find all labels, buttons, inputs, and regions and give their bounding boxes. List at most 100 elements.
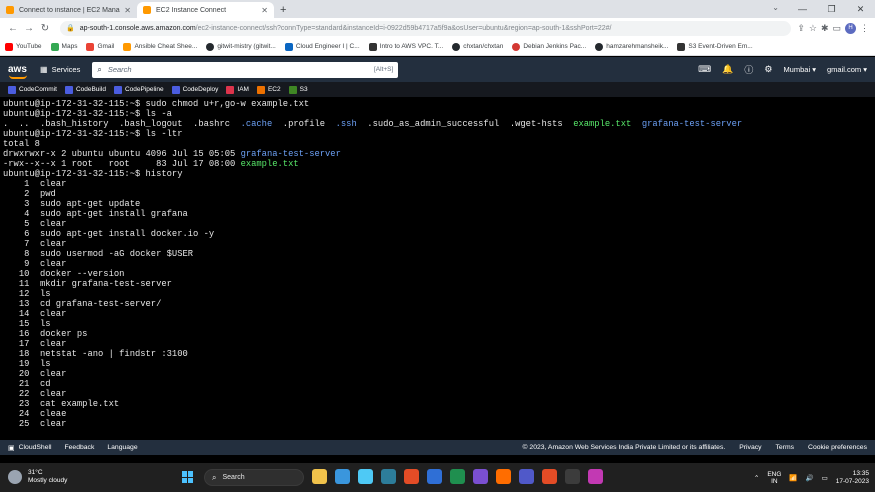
profile-avatar[interactable]: H	[845, 22, 856, 34]
taskbar-app-icon[interactable]	[519, 469, 534, 484]
bookmark-jenkins[interactable]: Debian Jenkins Pac...	[512, 42, 586, 51]
windows-start-icon[interactable]	[182, 471, 194, 483]
maximize-icon[interactable]: ❐	[817, 0, 846, 18]
new-tab-plus-icon[interactable]: +	[280, 2, 286, 18]
gear-icon[interactable]: ⚙	[764, 64, 772, 75]
bell-icon[interactable]: 🔔	[722, 64, 733, 75]
taskbar-app-icon[interactable]	[335, 469, 350, 484]
language-link[interactable]: Language	[107, 444, 137, 451]
taskbar-app-icon[interactable]	[381, 469, 396, 484]
weather-condition: Mostly cloudy	[28, 477, 68, 484]
bookmark-youtube[interactable]: YouTube	[5, 42, 42, 51]
privacy-link[interactable]: Privacy	[739, 444, 761, 451]
chevron-up-icon[interactable]: ⌃	[754, 474, 759, 482]
favorite-codepipeline[interactable]: CodePipeline	[113, 85, 164, 94]
browser-tab-ec2-management[interactable]: Connect to instance | EC2 Manag ✕	[0, 2, 137, 18]
forward-arrow-icon[interactable]: →	[22, 23, 36, 34]
bookmark-hamzarehman[interactable]: hamzarehmansheik...	[595, 42, 668, 51]
favorite-codedeploy[interactable]: CodeDeploy	[171, 85, 218, 94]
bookmark-gitwit[interactable]: gitwit-mistry (gitwit...	[206, 42, 276, 51]
grid-icon: ▦	[40, 65, 48, 74]
aws-favicon-icon	[143, 6, 151, 14]
close-window-icon[interactable]: ✕	[846, 0, 875, 18]
favorite-codecommit[interactable]: CodeCommit	[8, 85, 57, 94]
taskbar-app-icon[interactable]	[565, 469, 580, 484]
taskbar-search[interactable]: ⌕ Search	[204, 469, 304, 486]
favorite-ec2[interactable]: EC2	[256, 85, 281, 94]
taskbar-app-icon[interactable]	[312, 469, 327, 484]
address-bar[interactable]: 🔒 ap-south-1.console.aws.amazon.com /ec2…	[60, 20, 792, 36]
bookmark-s3-event[interactable]: S3 Event-Driven Em...	[677, 42, 753, 51]
cloudshell-link[interactable]: ▣ CloudShell	[8, 444, 52, 452]
bookmark-chxtan[interactable]: chxtan/chxtan	[452, 42, 503, 51]
taskbar-app-icon[interactable]	[588, 469, 603, 484]
wifi-icon[interactable]: 📶	[789, 474, 797, 482]
sidebar-icon[interactable]: ▭	[832, 23, 841, 34]
region-selector[interactable]: Mumbai ▾	[783, 65, 816, 74]
chevron-down-icon[interactable]: ⌄	[772, 3, 779, 12]
favorite-codebuild[interactable]: CodeBuild	[64, 85, 106, 94]
language-indicator[interactable]: ENG IN	[767, 471, 781, 485]
youtube-icon	[5, 42, 13, 51]
aws-favicon-icon	[6, 6, 14, 14]
cloudshell-icon[interactable]: ⌨	[698, 64, 711, 75]
taskbar-app-icon[interactable]	[542, 469, 557, 484]
clock[interactable]: 13:35 17-07-2023	[836, 470, 869, 486]
taskbar-app-icon[interactable]	[427, 469, 442, 484]
iam-icon	[226, 85, 235, 94]
terminal-text: 23 cat example.txt	[3, 399, 120, 409]
services-menu[interactable]: ▦ Services	[40, 65, 80, 74]
terminal-line: 21 cd	[3, 379, 872, 389]
terminal-text: grafana-test-server	[641, 119, 743, 129]
close-icon[interactable]: ✕	[124, 6, 131, 15]
terminal-text: example.txt	[573, 119, 632, 129]
terminal-line: ubuntu@ip-172-31-32-115:~$ history	[3, 169, 872, 179]
bookmark-ansible[interactable]: Ansible Cheat Shee...	[123, 42, 197, 51]
terminal-line: 18 netstat -ano | findstr :3100	[3, 349, 872, 359]
cookie-preferences-link[interactable]: Cookie preferences	[808, 444, 867, 451]
windows-taskbar: 31°C Mostly cloudy ⌕ Search ⌃ ENG IN 📶 🔊…	[0, 463, 875, 492]
taskbar-app-icon[interactable]	[358, 469, 373, 484]
terminal-text: drwxrwxr-x 2 ubuntu ubuntu 4096 Jul 15 0…	[3, 149, 241, 159]
lock-icon[interactable]: 🔒	[66, 24, 75, 32]
speaker-icon[interactable]: 🔊	[806, 474, 814, 482]
back-arrow-icon[interactable]: ←	[6, 23, 20, 34]
terminal-line: 8 sudo usermod -aG docker $USER	[3, 249, 872, 259]
reload-icon[interactable]: ↻	[38, 23, 52, 34]
close-icon[interactable]: ✕	[261, 6, 268, 15]
share-icon[interactable]: ⇪	[797, 23, 805, 34]
bookmark-star-icon[interactable]: ☆	[809, 23, 817, 34]
aws-logo[interactable]: aws	[8, 64, 32, 79]
bookmark-page-icon	[123, 42, 132, 51]
terminal-text: 20 clear	[3, 369, 67, 379]
terminal-text: -rwx--x--x 1 root root 83 Jul 17 08:00	[3, 159, 241, 169]
extensions-icon[interactable]: ✱	[821, 23, 829, 34]
terminal-text: 25 clear	[3, 419, 67, 429]
help-icon[interactable]: ⓘ	[744, 63, 753, 76]
taskbar-app-icon[interactable]	[473, 469, 488, 484]
aws-search-input[interactable]: ⌕ Search [Alt+S]	[92, 61, 399, 78]
terminal-output[interactable]: ubuntu@ip-172-31-32-115:~$ sudo chmod u+…	[0, 97, 875, 440]
taskbar-app-icon[interactable]	[450, 469, 465, 484]
favorite-iam[interactable]: IAM	[226, 85, 249, 94]
taskbar-app-icon[interactable]	[404, 469, 419, 484]
bookmark-cloud-engineer[interactable]: Cloud Engineer I | C...	[284, 42, 360, 51]
minimize-icon[interactable]: —	[788, 0, 817, 18]
battery-icon[interactable]: ▭	[822, 474, 828, 482]
weather-widget[interactable]: 31°C Mostly cloudy	[8, 469, 67, 485]
temperature: 31°C	[28, 469, 43, 476]
account-menu[interactable]: gmail.com ▾	[827, 65, 867, 74]
terminal-line: 17 clear	[3, 339, 872, 349]
browser-tab-ec2-instance-connect[interactable]: EC2 Instance Connect ✕	[137, 2, 274, 18]
search-shortcut: [Alt+S]	[373, 66, 394, 73]
feedback-link[interactable]: Feedback	[65, 444, 95, 451]
bookmark-maps[interactable]: Maps	[50, 42, 77, 51]
taskbar-app-icon[interactable]	[496, 469, 511, 484]
bookmark-aws-vpc[interactable]: Intro to AWS VPC. T...	[368, 42, 443, 51]
terminal-line: 25 clear	[3, 419, 872, 429]
terms-link[interactable]: Terms	[776, 444, 795, 451]
more-options-icon[interactable]: ⋮	[860, 23, 869, 34]
favorite-s3[interactable]: S3	[288, 85, 308, 94]
bookmark-gmail[interactable]: Gmail	[86, 42, 114, 51]
maps-icon	[50, 42, 59, 51]
